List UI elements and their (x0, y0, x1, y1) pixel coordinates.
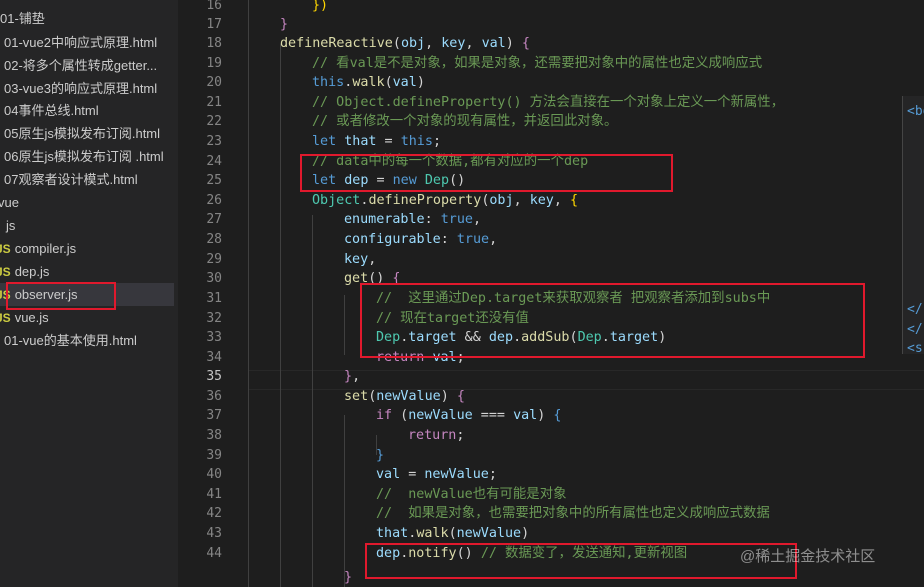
file-label: dep.js (14, 264, 50, 279)
file-item-dep[interactable]: JSdep.js (0, 260, 174, 283)
line-number: 33 (206, 330, 222, 345)
file-item[interactable]: 06原生js模拟发布订阅 .html (0, 145, 178, 168)
line-number: 31 (206, 291, 222, 306)
folder-js[interactable]: js (0, 214, 178, 237)
code-line: // newValue也有可能是对象 (376, 487, 567, 502)
line-number: 29 (206, 252, 222, 267)
line-number: 21 (206, 95, 222, 110)
line-number: 23 (206, 134, 222, 149)
line-number: 16 (206, 0, 222, 13)
indent-guide (248, 0, 249, 587)
line-number: 43 (206, 526, 222, 541)
code-line: that.walk(newValue) (376, 526, 530, 541)
peek-fragment: </ (907, 302, 923, 317)
code-line: }) (312, 0, 329, 13)
code-line: if (newValue === val) { (376, 408, 562, 423)
line-number: 17 (206, 17, 222, 32)
line-number: 26 (206, 193, 222, 208)
line-number: 27 (206, 212, 222, 227)
code-line: } (376, 448, 385, 463)
file-item[interactable]: 07观察者设计模式.html (0, 168, 178, 191)
file-label: 01-vue2中响应式原理.html (4, 35, 158, 50)
line-number: 39 (206, 448, 222, 463)
indent-guide (312, 215, 313, 587)
code-line: // 如果是对象，也需要把对象中的所有属性也定义成响应式数据 (376, 506, 770, 521)
file-label: vue.js (14, 310, 49, 325)
file-label: compiler.js (14, 241, 77, 256)
indent-guide (344, 295, 345, 355)
line-number: 34 (206, 350, 222, 365)
peek-fragment: <bo (907, 104, 924, 119)
peek-fragment: <s (907, 341, 923, 356)
peek-fragment: </ (907, 322, 923, 337)
line-number-active: 35 (206, 369, 222, 384)
code-line: // Object.defineProperty() 方法会直接在一个对象上定义… (312, 95, 785, 110)
line-number: 40 (206, 467, 222, 482)
line-number: 25 (206, 173, 222, 188)
file-label: 06原生js模拟发布订阅 .html (4, 149, 164, 164)
file-item[interactable]: 03-vue3的响应式原理.html (0, 77, 178, 100)
code-line: configurable: true, (344, 232, 498, 247)
code-line: }, (344, 369, 361, 384)
folder-vue[interactable]: vue (0, 191, 176, 214)
highlight-box-notify (365, 543, 797, 579)
code-line: this.walk(val) (312, 75, 425, 90)
code-line: key, (344, 252, 377, 267)
line-number: 36 (206, 389, 222, 404)
file-item[interactable]: 02-将多个属性转成getter... (0, 54, 178, 77)
folder-label: 01-铺垫 (0, 11, 45, 26)
code-line: set(newValue) { (344, 389, 465, 404)
file-item[interactable]: 04事件总线.html (0, 99, 178, 122)
file-item-compiler[interactable]: JScompiler.js (0, 237, 174, 260)
code-line: Object.defineProperty(obj, key, { (312, 193, 579, 208)
code-line: } (280, 17, 289, 32)
watermark: @稀土掘金技术社区 (740, 548, 876, 565)
file-label: 07观察者设计模式.html (4, 172, 138, 187)
code-line: defineReactive(obj, key, val) { (280, 36, 530, 51)
indent-guide (280, 44, 281, 587)
line-number: 30 (206, 271, 222, 286)
line-number: 42 (206, 506, 222, 521)
folder-label: js (6, 218, 16, 233)
file-label: 05原生js模拟发布订阅.html (4, 126, 161, 141)
file-label: 02-将多个属性转成getter... (4, 58, 158, 73)
file-item[interactable]: 01-vue2中响应式原理.html (0, 31, 178, 54)
code-line: val = newValue; (376, 467, 497, 482)
folder-01-puzhen[interactable]: 01-铺垫 (0, 7, 178, 30)
js-file-icon: JS (0, 242, 11, 256)
line-number: 24 (206, 154, 222, 169)
highlight-box-add-sub (360, 283, 865, 358)
code-line: return; (408, 428, 465, 443)
js-file-icon: JS (0, 311, 11, 325)
code-line: // 或者修改一个对象的现有属性，并返回此对象。 (312, 114, 618, 129)
line-number: 37 (206, 408, 222, 423)
file-label: 04事件总线.html (4, 103, 99, 118)
code-line: // 看val是不是对象，如果是对象，还需要把对象中的属性也定义成响应式 (312, 56, 763, 71)
file-label: 03-vue3的响应式原理.html (4, 81, 158, 96)
file-label: 01-vue的基本使用.html (4, 333, 137, 348)
line-number: 19 (206, 56, 222, 71)
line-number: 22 (206, 114, 222, 129)
line-number: 18 (206, 36, 222, 51)
folder-label: vue (0, 195, 19, 210)
indent-guide (344, 415, 345, 587)
line-number: 44 (206, 546, 222, 561)
line-number: 41 (206, 487, 222, 502)
file-item[interactable]: 01-vue的基本使用.html (0, 329, 178, 352)
code-line: enumerable: true, (344, 212, 482, 227)
highlight-box-observer-file (6, 282, 116, 310)
js-file-icon: JS (0, 265, 11, 279)
peek-panel: <bo </ </ <s (902, 96, 924, 356)
line-number: 32 (206, 311, 222, 326)
file-item[interactable]: 05原生js模拟发布订阅.html (0, 122, 178, 145)
code-line: } (344, 570, 353, 585)
code-line: let that = this; (312, 134, 441, 149)
line-number-gutter: 16 17 18 19 20 21 22 23 24 25 26 27 28 2… (178, 0, 228, 587)
line-number: 38 (206, 428, 222, 443)
highlight-box-dep-creation (300, 154, 673, 192)
line-number: 20 (206, 75, 222, 90)
line-number: 28 (206, 232, 222, 247)
